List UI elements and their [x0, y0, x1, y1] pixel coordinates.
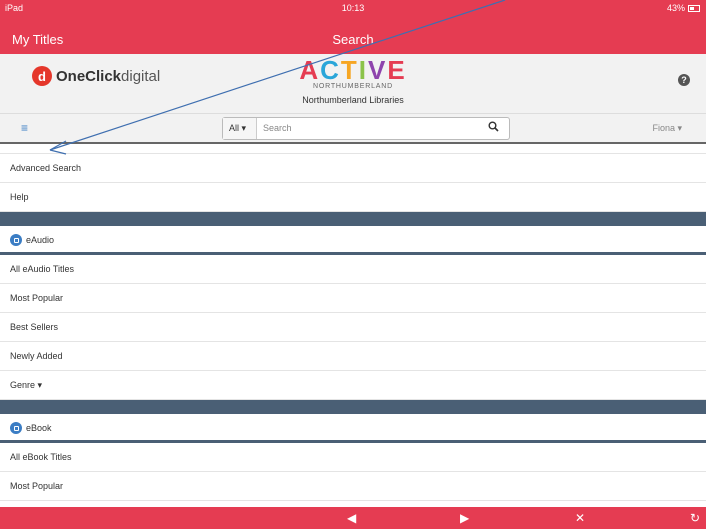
section-label: eBook	[26, 423, 52, 433]
forward-arrow-icon[interactable]: ▶	[460, 511, 469, 525]
menu-item-help[interactable]: Help	[0, 183, 706, 212]
section-label: eAudio	[26, 235, 55, 245]
section-ebook: eBook	[0, 414, 706, 443]
close-icon[interactable]: ✕	[575, 511, 585, 525]
menu-item-genre[interactable]: Genre ▾	[0, 371, 706, 400]
section-divider	[0, 212, 706, 226]
menu-item-all-eaudio-titles[interactable]: All eAudio Titles	[0, 255, 706, 284]
menu-item-most-popular[interactable]: Most Popular	[0, 472, 706, 501]
battery-percent: 43%	[666, 3, 685, 13]
search-box: All ▾ Search	[222, 117, 510, 140]
nav-bar: My Titles Search	[0, 17, 706, 54]
status-bar: iPad 10:13 43%	[0, 0, 706, 17]
battery-indicator: 43%	[667, 3, 700, 13]
clock: 10:13	[341, 3, 365, 13]
site-header: d OneClickdigital ACTIVE NORTHUMBERLAND …	[0, 54, 706, 114]
menu-item-most-popular[interactable]: Most Popular	[0, 284, 706, 313]
help-icon[interactable]: ?	[678, 74, 690, 86]
search-bar: ≡ All ▾ Search Fiona ▾	[0, 114, 706, 144]
browser-toolbar: ◀ ▶ ✕ ↻	[0, 507, 706, 529]
ebook-icon	[10, 422, 22, 434]
section-eaudio: eAudio	[0, 226, 706, 255]
section-divider	[0, 400, 706, 414]
search-icon[interactable]	[488, 121, 499, 135]
menu-item-newly-added[interactable]: Newly Added	[0, 342, 706, 371]
active-subtitle: NORTHUMBERLAND	[313, 83, 393, 90]
user-menu[interactable]: Fiona ▾	[652, 123, 682, 134]
search-input[interactable]: Search	[263, 123, 292, 133]
eaudio-icon	[10, 234, 22, 246]
active-wordmark: ACTIVE	[299, 55, 407, 85]
back-arrow-icon[interactable]: ◀	[347, 511, 356, 525]
battery-icon	[688, 4, 700, 12]
menu-item-advanced-search[interactable]: Advanced Search	[0, 154, 706, 183]
active-northumberland-logo: ACTIVE NORTHUMBERLAND Northumberland Lib…	[0, 55, 706, 105]
menu-item-best-sellers[interactable]: Best Sellers	[0, 313, 706, 342]
nav-title: Search	[332, 32, 374, 47]
menu-item-all-ebook-titles[interactable]: All eBook Titles	[0, 443, 706, 472]
navigation-menu: Advanced Search Help eAudio All eAudio T…	[0, 145, 706, 501]
refresh-icon[interactable]: ↻	[690, 511, 700, 525]
search-scope-dropdown[interactable]: All ▾	[223, 118, 257, 139]
library-name: Northumberland Libraries	[302, 95, 404, 105]
menu-item-partial	[0, 145, 706, 154]
hamburger-menu-icon[interactable]: ≡	[21, 121, 28, 135]
